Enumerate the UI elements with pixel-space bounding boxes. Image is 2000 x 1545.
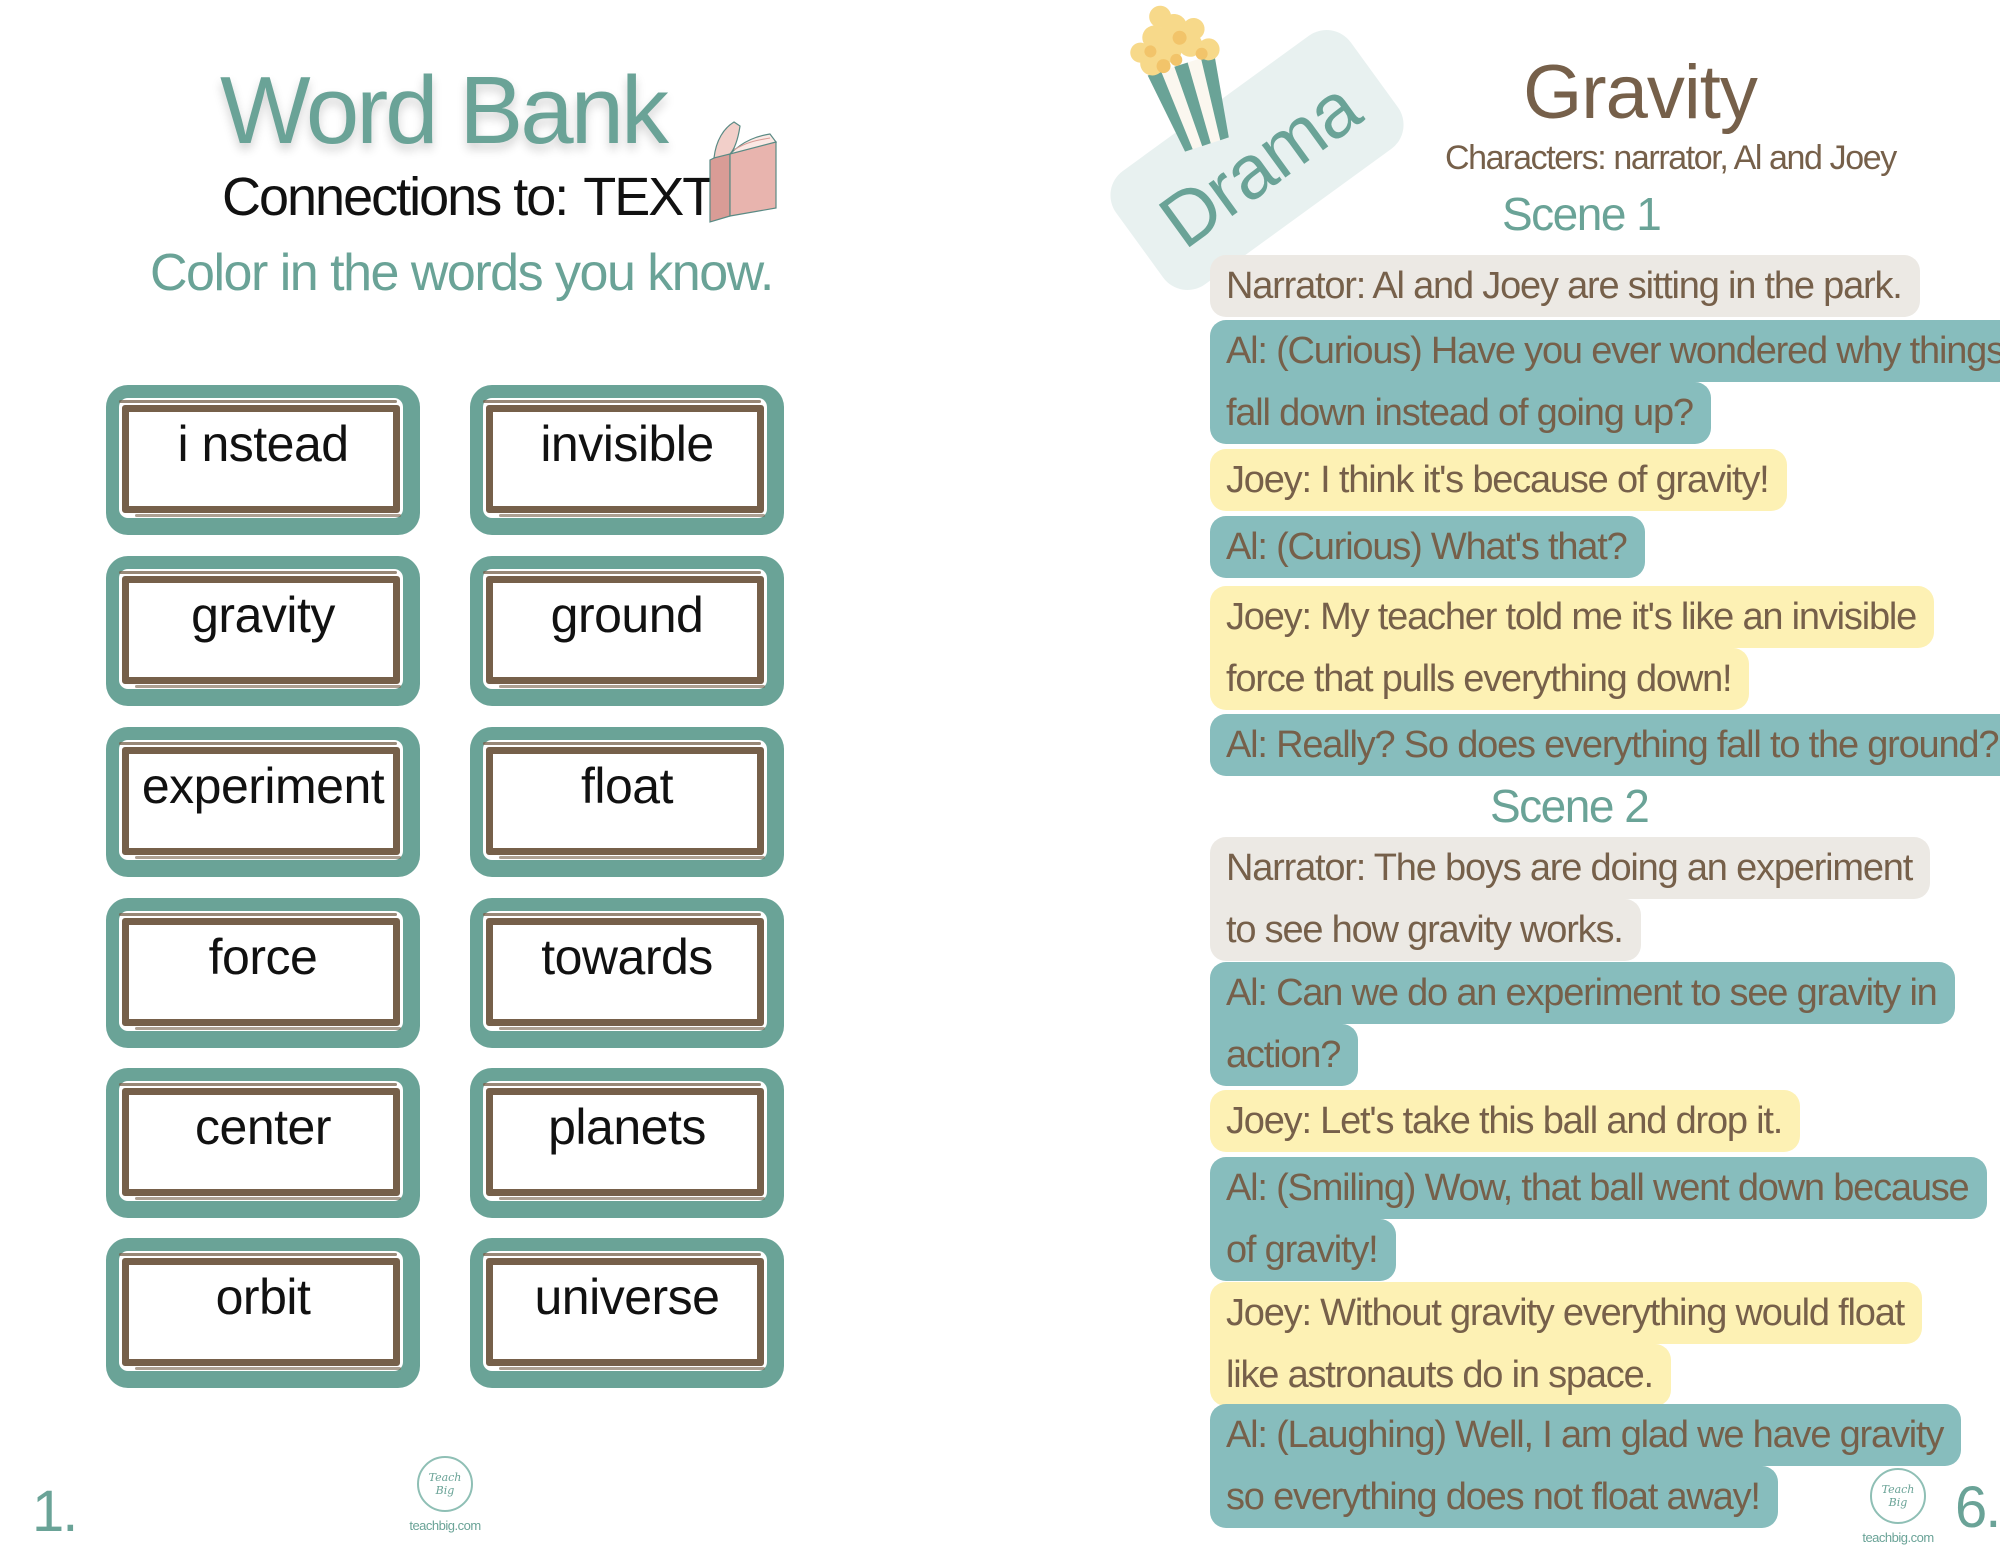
word-card[interactable]: i nstead (106, 385, 420, 535)
dialogue-line-joey: Joey: My teacher told me it's like an in… (1210, 586, 1935, 710)
word-label: planets (548, 1099, 706, 1155)
logo-mark: Teach Big (417, 1456, 473, 1512)
word-label: center (195, 1099, 331, 1155)
dialogue-text: Narrator: Al and Joey are sitting in the… (1210, 255, 1920, 317)
dialogue-text: so everything does not float away! (1210, 1466, 1778, 1528)
word-card[interactable]: center (106, 1068, 420, 1218)
dialogue-text: like astronauts do in space. (1210, 1344, 1671, 1406)
page-number: 1. (32, 1479, 78, 1544)
dialogue-text: Al: (Curious) Have you ever wondered why… (1210, 320, 2000, 382)
dialogue-text: Joey: I think it's because of gravity! (1210, 449, 1787, 511)
word-label: universe (534, 1269, 721, 1325)
word-card[interactable]: orbit (106, 1238, 420, 1388)
dialogue-text: Narrator: The boys are doing an experime… (1210, 837, 1931, 899)
dialogue-line-al: Al: Can we do an experiment to see gravi… (1210, 962, 1955, 1086)
word-card[interactable]: planets (470, 1068, 784, 1218)
word-card[interactable]: gravity (106, 556, 420, 706)
popcorn-icon (1130, 5, 1229, 152)
word-card[interactable]: universe (470, 1238, 784, 1388)
word-card[interactable]: ground (470, 556, 784, 706)
scene-1-label: Scene 1 (1502, 188, 1662, 240)
word-label: towards (541, 929, 713, 985)
word-label: float (580, 758, 674, 814)
word-label: i nstead (177, 416, 349, 472)
dialogue-line-joey: Joey: I think it's because of gravity! (1210, 449, 1787, 511)
dialogue-text: of gravity! (1210, 1219, 1396, 1281)
teachbig-logo: Teach Big teachbig.com (1853, 1468, 1943, 1545)
word-label: ground (550, 587, 704, 643)
dialogue-text: fall down instead of going up? (1210, 382, 1711, 444)
teachbig-logo: Teach Big teachbig.com (400, 1456, 490, 1533)
instructions: Color in the words you know. (150, 244, 774, 302)
dialogue-line-al: Al: (Curious) What's that? (1210, 516, 1645, 578)
word-card[interactable]: towards (470, 898, 784, 1048)
dialogue-text: action? (1210, 1024, 1359, 1086)
dialogue-line-al: Al: (Smiling) Wow, that ball went down b… (1210, 1157, 1987, 1281)
dialogue-line-narrator: Narrator: Al and Joey are sitting in the… (1210, 255, 1920, 317)
dialogue-text: Al: (Smiling) Wow, that ball went down b… (1210, 1157, 1987, 1219)
word-label: gravity (191, 587, 335, 643)
dialogue-text: Joey: Let's take this ball and drop it. (1210, 1090, 1801, 1152)
connections-subtitle: Connections to: TEXT (222, 162, 715, 232)
subtitle-prefix: Connections to: (222, 167, 569, 227)
dialogue-line-al: Al: (Curious) Have you ever wondered why… (1210, 320, 2000, 444)
dialogue-text: Al: (Curious) What's that? (1210, 516, 1645, 578)
logo-mark: Teach Big (1870, 1468, 1926, 1524)
dialogue-text: Al: Really? So does everything fall to t… (1210, 714, 2000, 776)
scene-2-label: Scene 2 (1490, 780, 1650, 832)
word-label: orbit (215, 1269, 311, 1325)
characters-list: Characters: narrator, Al and Joey (1445, 139, 1897, 177)
word-label: experiment (141, 758, 385, 814)
dialogue-line-narrator: Narrator: The boys are doing an experime… (1210, 837, 1931, 961)
word-card[interactable]: float (470, 727, 784, 877)
book-icon (709, 121, 778, 223)
subtitle-focus: TEXT (583, 167, 715, 227)
word-card[interactable]: experiment (106, 727, 420, 877)
word-card[interactable]: force (106, 898, 420, 1048)
dialogue-line-al: Al: (Laughing) Well, I am glad we have g… (1210, 1404, 1962, 1528)
logo-url: teachbig.com (1862, 1530, 1934, 1545)
word-label: invisible (540, 416, 714, 472)
word-card[interactable]: invisible (470, 385, 784, 535)
dialogue-line-joey: Joey: Without gravity everything would f… (1210, 1282, 1922, 1406)
word-bank-title: Word Bank (219, 57, 669, 164)
word-label: force (208, 929, 318, 985)
story-title: Gravity (1523, 50, 1758, 135)
dialogue-text: Joey: My teacher told me it's like an in… (1210, 586, 1935, 648)
dialogue-line-joey: Joey: Let's take this ball and drop it. (1210, 1090, 1801, 1152)
dialogue-text: to see how gravity works. (1210, 899, 1641, 961)
dialogue-text: force that pulls everything down! (1210, 648, 1750, 710)
dialogue-line-al: Al: Really? So does everything fall to t… (1210, 714, 2000, 776)
dialogue-text: Al: Can we do an experiment to see gravi… (1210, 962, 1955, 1024)
logo-url: teachbig.com (409, 1518, 481, 1533)
dialogue-text: Joey: Without gravity everything would f… (1210, 1282, 1922, 1344)
page-number: 6. (1955, 1475, 2000, 1540)
dialogue-text: Al: (Laughing) Well, I am glad we have g… (1210, 1404, 1962, 1466)
